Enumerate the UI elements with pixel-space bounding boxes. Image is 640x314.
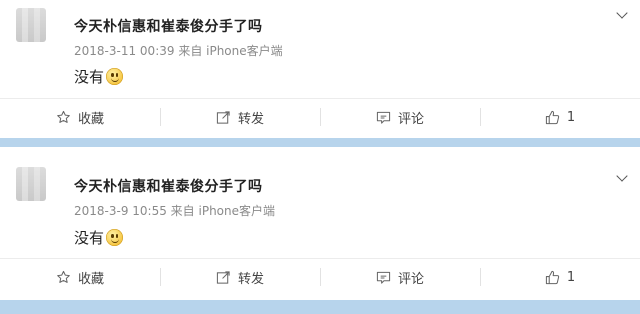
comment-label: 评论 bbox=[397, 111, 424, 127]
like-button[interactable]: 1 bbox=[480, 99, 640, 135]
comment-label: 评论 bbox=[397, 271, 424, 287]
thumbs-up-icon bbox=[545, 270, 560, 284]
post-text: 没有 bbox=[74, 229, 105, 247]
repost-button[interactable]: 转发 bbox=[160, 259, 320, 295]
comment-icon bbox=[376, 111, 391, 124]
comment-button[interactable]: 评论 bbox=[320, 259, 480, 295]
smile-emoji-icon bbox=[106, 68, 124, 85]
comment-icon bbox=[376, 271, 391, 284]
chevron-down-icon[interactable] bbox=[616, 7, 628, 19]
repost-label: 转发 bbox=[237, 271, 264, 287]
avatar[interactable] bbox=[16, 167, 46, 201]
repost-button[interactable]: 转发 bbox=[160, 99, 320, 135]
feed-separator bbox=[0, 300, 640, 314]
favorite-button[interactable]: 收藏 bbox=[0, 259, 160, 295]
post-title[interactable]: 今天朴信惠和崔泰俊分手了吗 bbox=[74, 16, 263, 36]
weibo-post-1: 今天朴信惠和崔泰俊分手了吗 2018-3-11 00:39 来自 iPhone客… bbox=[0, 0, 640, 138]
chevron-down-icon[interactable] bbox=[616, 170, 628, 182]
repost-label: 转发 bbox=[237, 111, 264, 127]
like-count: 1 bbox=[566, 269, 576, 285]
post-title[interactable]: 今天朴信惠和崔泰俊分手了吗 bbox=[74, 176, 263, 196]
favorite-label: 收藏 bbox=[77, 271, 104, 287]
action-bar: 收藏 转发 评论 1 bbox=[0, 258, 640, 295]
post-meta: 2018-3-11 00:39 来自 iPhone客户端 bbox=[74, 44, 283, 58]
feed-separator bbox=[0, 138, 640, 147]
comment-button[interactable]: 评论 bbox=[320, 99, 480, 135]
like-button[interactable]: 1 bbox=[480, 259, 640, 295]
smile-emoji-icon bbox=[106, 229, 124, 246]
thumbs-up-icon bbox=[545, 110, 560, 124]
action-bar: 收藏 转发 评论 1 bbox=[0, 98, 640, 135]
weibo-post-2: 今天朴信惠和崔泰俊分手了吗 2018-3-9 10:55 来自 iPhone客户… bbox=[0, 154, 640, 300]
favorite-button[interactable]: 收藏 bbox=[0, 99, 160, 135]
star-icon bbox=[57, 270, 70, 283]
like-count: 1 bbox=[566, 109, 576, 125]
avatar[interactable] bbox=[16, 8, 46, 42]
post-content: 没有 bbox=[74, 227, 124, 248]
post-content: 没有 bbox=[74, 66, 124, 87]
star-icon bbox=[57, 110, 70, 123]
post-text: 没有 bbox=[74, 68, 105, 86]
favorite-label: 收藏 bbox=[77, 111, 104, 127]
repost-icon bbox=[216, 270, 230, 284]
repost-icon bbox=[216, 110, 230, 124]
post-meta: 2018-3-9 10:55 来自 iPhone客户端 bbox=[74, 204, 276, 218]
